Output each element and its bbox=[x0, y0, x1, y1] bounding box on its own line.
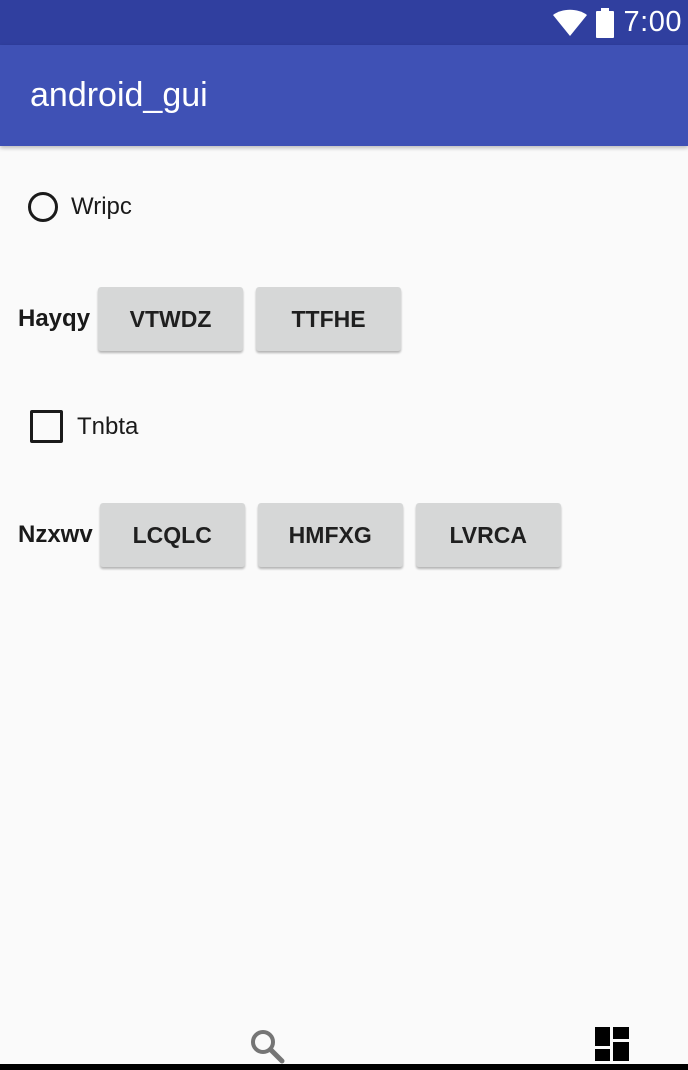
radio-label: Wripc bbox=[71, 193, 132, 220]
app-title: android_gui bbox=[30, 76, 208, 114]
dashboard-icon[interactable] bbox=[595, 1027, 629, 1061]
radio-wripc[interactable]: Wripc bbox=[28, 192, 132, 222]
navigation-bar-line bbox=[0, 1064, 688, 1070]
checkbox-tnbta[interactable]: Tnbta bbox=[30, 410, 138, 443]
vtwdz-button[interactable]: VTWDZ bbox=[98, 287, 244, 351]
row-label-nzxwv: Nzxwv bbox=[18, 521, 93, 548]
status-icons: 7:00 bbox=[552, 0, 682, 45]
bottom-bar bbox=[0, 1010, 688, 1064]
lcqlc-button[interactable]: LCQLC bbox=[99, 503, 245, 567]
search-icon[interactable] bbox=[249, 1028, 285, 1064]
wifi-icon bbox=[552, 9, 587, 36]
checkbox-label: Tnbta bbox=[77, 412, 139, 440]
battery-icon bbox=[595, 7, 614, 38]
ttfhe-button[interactable]: TTFHE bbox=[256, 287, 402, 351]
radio-button-icon[interactable] bbox=[28, 192, 58, 222]
button-row-nzxwv: Nzxwv LCQLC HMFXG LVRCA bbox=[18, 503, 575, 567]
row-label-hayqy: Hayqy bbox=[18, 305, 91, 332]
lvrca-button[interactable]: LVRCA bbox=[415, 503, 561, 567]
app-bar: android_gui bbox=[0, 45, 688, 146]
checkbox-icon[interactable] bbox=[30, 410, 63, 443]
clock: 7:00 bbox=[623, 6, 682, 38]
button-row-hayqy: Hayqy VTWDZ TTFHE bbox=[18, 287, 415, 351]
hmfxg-button[interactable]: HMFXG bbox=[257, 503, 403, 567]
status-bar: 7:00 bbox=[0, 0, 688, 45]
